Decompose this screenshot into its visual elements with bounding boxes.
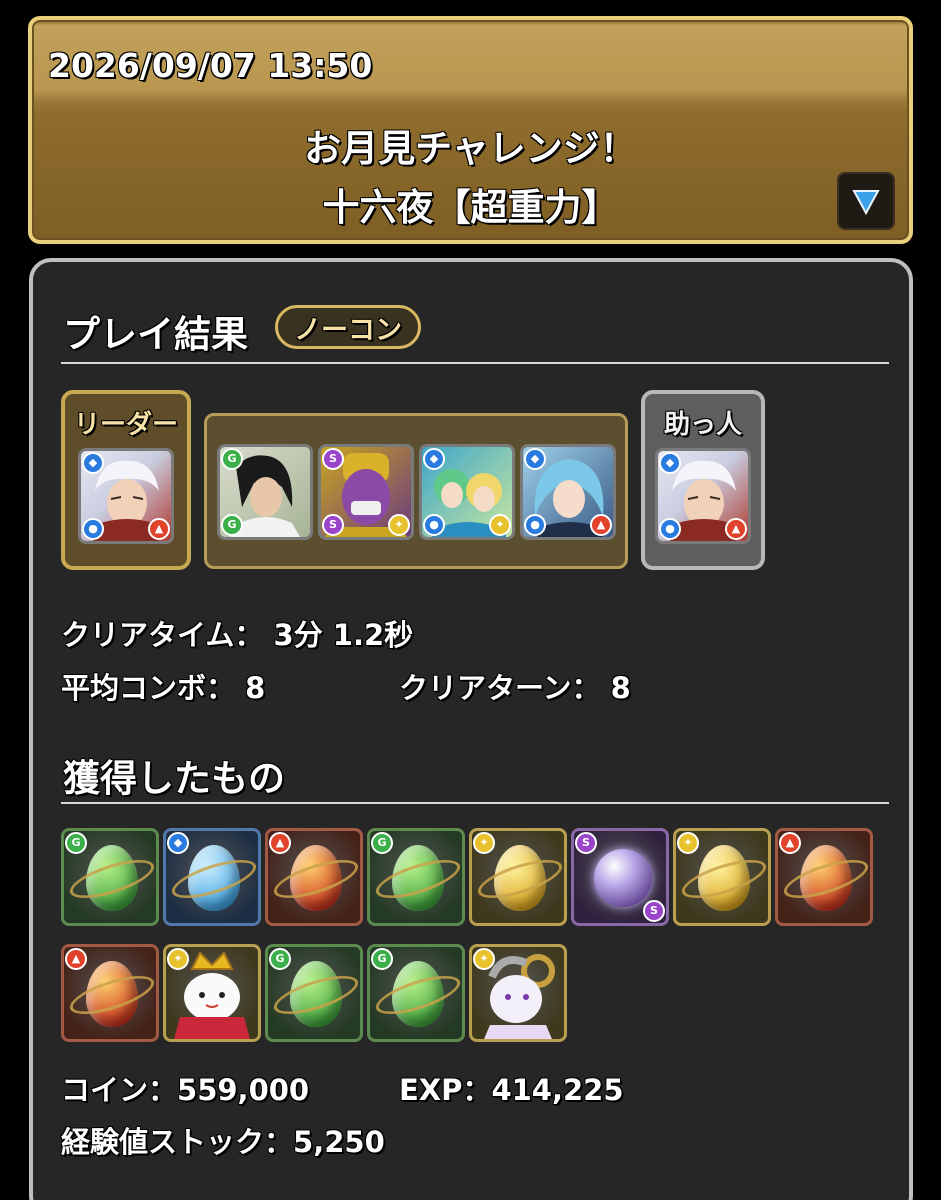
fire-attr-icon: ▲ [65,948,87,970]
clear-time-label: クリアタイム： [61,618,264,652]
water-badge-icon: ● [659,518,681,540]
leader-label: リーダー [73,410,178,440]
clear-datetime: 2026/09/07 13:50 [48,46,373,85]
gold-egg-reward-icon[interactable]: ✦ [469,828,567,926]
king-cat-reward-icon[interactable]: ✦ [163,944,261,1042]
exp-stock-value: 5,250 [293,1125,385,1159]
exp-label: EXP： [399,1073,492,1107]
light-attr-icon: ✦ [677,832,699,854]
helper-slot: 助っ人 ◆ ● ▲ [641,390,765,570]
green-egg-reward-icon[interactable]: G [61,828,159,926]
avg-combo-value: 8 [245,671,266,705]
triangle-down-icon [852,190,880,216]
red-egg-reward-icon[interactable]: ▲ [265,828,363,926]
helper-monster-icon[interactable]: ◆ ● ▲ [655,448,751,544]
water-attr-icon: ◆ [524,448,546,470]
dungeon-title-line2: 十六夜【超重力】 [322,186,619,229]
water-badge-icon: ● [82,518,104,540]
crystal-orb-reward-icon[interactable]: SS [571,828,669,926]
leader-monster-icon[interactable]: ◆ ● ▲ [78,448,174,544]
fire-attr-icon: ▲ [269,832,291,854]
green-egg-reward-icon[interactable]: G [265,944,363,1042]
exp-value: 414,225 [491,1073,624,1107]
green-egg-reward-icon[interactable]: G [367,944,465,1042]
wood-attr-icon: G [371,948,393,970]
fire-sub-attr-icon: ▲ [725,518,747,540]
blue-egg-reward-icon[interactable]: ◆ [163,828,261,926]
clear-time-value: 3分 1.2秒 [273,618,414,652]
wood-attr-icon: G [371,832,393,854]
water-attr-icon: ◆ [423,448,445,470]
light-attr-icon: ✦ [167,948,189,970]
dungeon-title-line1: お月見チャレンジ！ [304,127,637,170]
light-attr-icon: ✦ [473,832,495,854]
result-panel: プレイ結果 ノーコン リーダー ◆ ● ▲ G G S S ✦ ◆ ● ✦ ◆ … [29,258,913,1200]
coin-label: コイン： [61,1073,178,1107]
divider [61,362,889,364]
wood-attr-icon: G [269,948,291,970]
leader-slot: リーダー ◆ ● ▲ [61,390,191,570]
water-attr-icon: ◆ [82,452,104,474]
dark-attr-icon: S [322,448,344,470]
dark-sub-attr-icon: S [643,900,665,922]
coin-value: 559,000 [177,1073,310,1107]
light-sub-attr-icon: ✦ [489,514,511,536]
wood-sub-attr-icon: G [221,514,243,536]
sub-monster-2-icon[interactable]: S S ✦ [318,444,414,540]
avg-combo-label: 平均コンボ： [61,671,236,705]
dungeon-header: 2026/09/07 13:50 お月見チャレンジ！ 十六夜【超重力】 [28,16,913,244]
wood-attr-icon: G [65,832,87,854]
clear-turn-row: クリアターン： 8 [399,665,631,707]
exp-stock-row: 経験値ストック：5,250 [61,1119,385,1161]
helper-label: 助っ人 [663,410,742,440]
water-attr-icon: ◆ [167,832,189,854]
expand-dropdown-button[interactable] [837,172,895,230]
fire-sub-attr-icon: ▲ [590,514,612,536]
avg-combo-row: 平均コンボ： 8 [61,665,265,707]
wood-attr-icon: G [221,448,243,470]
gold-egg-reward-icon[interactable]: ✦ [673,828,771,926]
no-continue-badge: ノーコン [275,305,421,349]
sub-monster-4-icon[interactable]: ◆ ● ▲ [520,444,616,540]
water-attr-icon: ◆ [659,452,681,474]
clear-time-row: クリアタイム： 3分 1.2秒 [61,612,413,654]
clear-turn-value: 8 [610,671,631,705]
light-attr-icon: ✦ [473,948,495,970]
fire-sub-attr-icon: ▲ [148,518,170,540]
light-sub-attr-icon: ✦ [388,514,410,536]
sub-members: G G S S ✦ ◆ ● ✦ ◆ ● ▲ [204,413,628,569]
rewards-title: 獲得したもの [63,757,285,800]
dark-attr-icon: S [575,832,597,854]
exp-stock-label: 経験値ストック： [61,1125,294,1159]
sub-monster-3-icon[interactable]: ◆ ● ✦ [419,444,515,540]
water-badge-icon: ● [423,514,445,536]
divider [61,802,889,804]
water-badge-icon: ● [524,514,546,536]
coin-row: コイン：559,000 [61,1067,309,1109]
play-result-title: プレイ結果 [63,313,248,356]
white-goat-mascot-reward-icon[interactable]: ✦ [469,944,567,1042]
red-egg-reward-icon[interactable]: ▲ [775,828,873,926]
red-egg-reward-icon[interactable]: ▲ [61,944,159,1042]
dark-badge-icon: S [322,514,344,536]
fire-attr-icon: ▲ [779,832,801,854]
sub-monster-1-icon[interactable]: G G [217,444,313,540]
green-egg-reward-icon[interactable]: G [367,828,465,926]
clear-turn-label: クリアターン： [399,671,601,705]
exp-row: EXP：414,225 [399,1067,624,1109]
